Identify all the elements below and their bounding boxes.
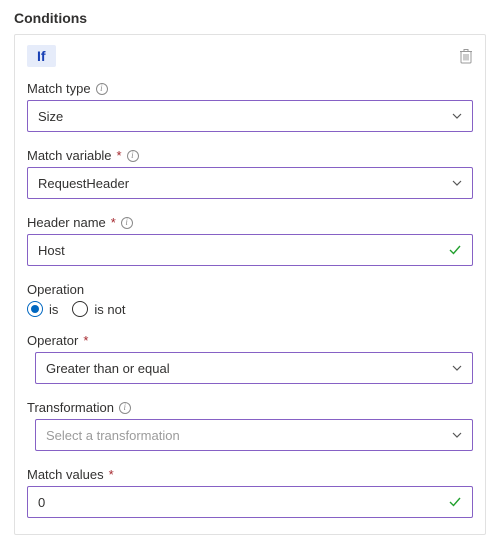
transformation-placeholder: Select a transformation — [46, 428, 180, 443]
match-variable-label: Match variable * — [27, 148, 473, 163]
operator-label: Operator * — [27, 333, 473, 348]
chevron-down-icon — [452, 111, 462, 121]
condition-card: If Match type Size Match variable * — [14, 34, 486, 535]
transformation-select[interactable]: Select a transformation — [35, 419, 473, 451]
chevron-down-icon — [452, 430, 462, 440]
delete-icon[interactable] — [459, 48, 473, 64]
info-icon[interactable] — [119, 402, 131, 414]
operator-value: Greater than or equal — [46, 361, 170, 376]
transformation-label: Transformation — [27, 400, 473, 415]
match-values-input[interactable]: 0 — [27, 486, 473, 518]
match-variable-select[interactable]: RequestHeader — [27, 167, 473, 199]
header-name-label: Header name * — [27, 215, 473, 230]
match-type-select[interactable]: Size — [27, 100, 473, 132]
check-icon — [448, 495, 462, 509]
section-title: Conditions — [14, 10, 486, 26]
chevron-down-icon — [452, 363, 462, 373]
radio-checked-icon — [27, 301, 43, 317]
match-values-value: 0 — [38, 495, 45, 510]
operation-radio-is[interactable]: is — [27, 301, 58, 317]
operator-select[interactable]: Greater than or equal — [35, 352, 473, 384]
info-icon[interactable] — [96, 83, 108, 95]
match-variable-value: RequestHeader — [38, 176, 129, 191]
radio-unchecked-icon — [72, 301, 88, 317]
match-type-value: Size — [38, 109, 63, 124]
header-name-input[interactable]: Host — [27, 234, 473, 266]
operation-label: Operation — [27, 282, 473, 297]
if-badge: If — [27, 45, 56, 67]
check-icon — [448, 243, 462, 257]
info-icon[interactable] — [127, 150, 139, 162]
info-icon[interactable] — [121, 217, 133, 229]
match-type-label: Match type — [27, 81, 473, 96]
header-name-value: Host — [38, 243, 65, 258]
chevron-down-icon — [452, 178, 462, 188]
operation-radio-is-not[interactable]: is not — [72, 301, 125, 317]
match-values-label: Match values * — [27, 467, 473, 482]
